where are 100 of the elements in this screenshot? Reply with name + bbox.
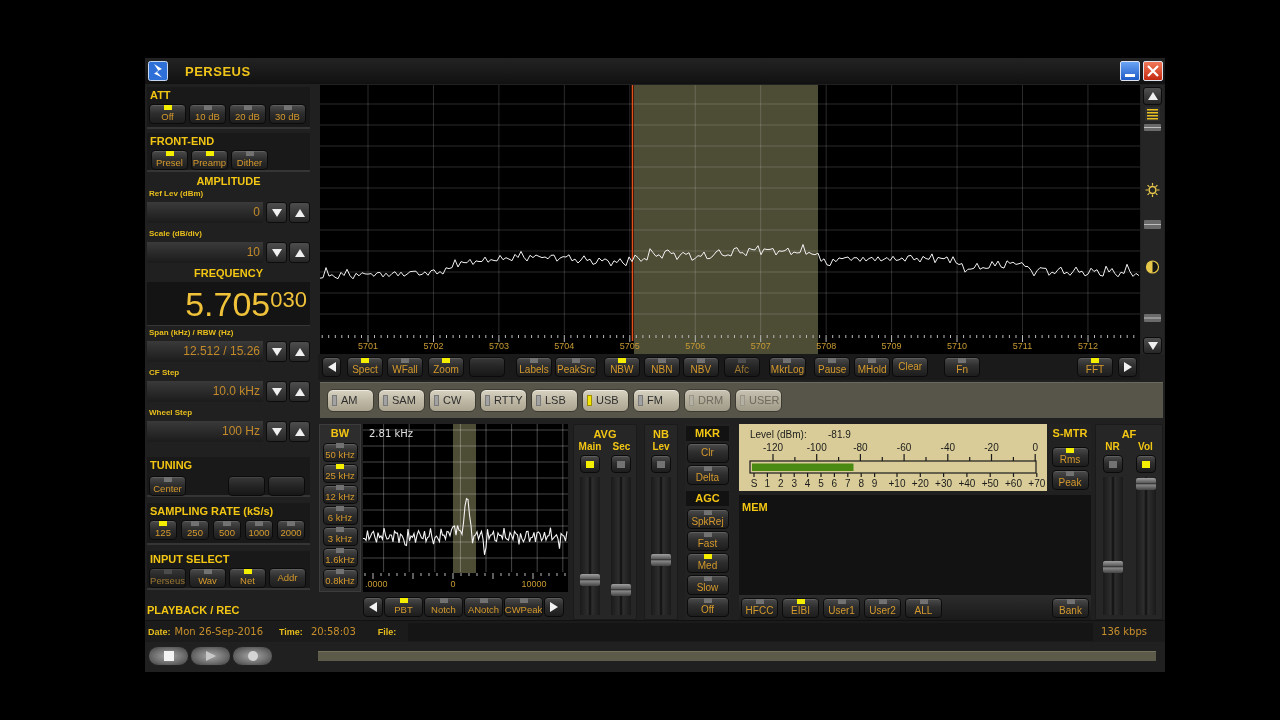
push-button[interactable]: Addr xyxy=(269,568,306,588)
toggle-button[interactable]: HFCC xyxy=(741,597,778,618)
toggle-button[interactable]: 0.8kHz xyxy=(322,569,358,588)
slider-thumb[interactable] xyxy=(611,584,632,597)
slider-track[interactable] xyxy=(651,477,671,615)
value-field[interactable]: 12.512 / 15.26 xyxy=(147,341,263,362)
mode-button[interactable]: RTTY xyxy=(480,389,527,412)
toggle-button[interactable]: Preamp xyxy=(191,150,228,170)
toggle-button[interactable] xyxy=(611,455,632,473)
scroll-down-button[interactable] xyxy=(1143,337,1162,354)
slider-track[interactable] xyxy=(1102,477,1123,615)
toggle-button[interactable]: ALL xyxy=(905,597,942,618)
toggle-button[interactable]: 25 kHz xyxy=(322,464,358,483)
toggle-button[interactable] xyxy=(651,455,671,473)
toggle-button[interactable]: 125 xyxy=(149,520,177,540)
mode-button[interactable]: FM xyxy=(633,389,680,412)
toggle-button[interactable]: Rms xyxy=(1051,447,1089,467)
toggle-button[interactable]: 20 dB xyxy=(229,104,266,124)
stacked-lines-icon[interactable] xyxy=(1145,107,1160,121)
toggle-button[interactable]: WFall xyxy=(387,357,423,377)
toggle-button[interactable]: 250 xyxy=(181,520,209,540)
toggle-button[interactable]: Off xyxy=(686,597,729,617)
step-down-button[interactable] xyxy=(266,202,287,223)
stop-button[interactable] xyxy=(148,646,189,666)
close-button[interactable] xyxy=(1143,61,1163,81)
toggle-button[interactable]: Slow xyxy=(686,575,729,595)
toggle-button[interactable]: PBT xyxy=(384,597,423,617)
step-up-button[interactable] xyxy=(289,202,310,223)
toggle-button[interactable] xyxy=(580,455,600,473)
toggle-button[interactable]: 12 kHz xyxy=(322,485,358,504)
toggle-button[interactable]: Zoom xyxy=(428,357,464,377)
step-down-button[interactable] xyxy=(266,341,287,362)
slider-track[interactable] xyxy=(1135,477,1156,615)
toggle-button[interactable]: ANotch xyxy=(464,597,503,617)
toggle-button[interactable]: Spect xyxy=(347,357,383,377)
slider-thumb-icon[interactable] xyxy=(1144,124,1161,131)
scroll-right-button[interactable] xyxy=(1118,357,1137,377)
toggle-button[interactable]: NBN xyxy=(643,357,680,377)
toggle-button[interactable]: Fast xyxy=(686,531,729,551)
toggle-button[interactable]: Pause xyxy=(814,357,851,377)
mode-button[interactable]: CW xyxy=(429,389,476,412)
toggle-button[interactable]: 6 kHz xyxy=(322,506,358,525)
toggle-button[interactable]: 1.6kHz xyxy=(322,548,358,567)
toggle-button[interactable]: Presel xyxy=(151,150,188,170)
push-button[interactable]: Clr xyxy=(686,443,729,463)
toggle-button[interactable] xyxy=(1102,455,1123,473)
step-down-button[interactable] xyxy=(266,381,287,402)
toggle-button[interactable]: 30 dB xyxy=(269,104,306,124)
mode-button[interactable]: USB xyxy=(582,389,629,412)
slider-thumb[interactable] xyxy=(1102,561,1123,574)
toggle-button[interactable]: Med xyxy=(686,553,729,573)
slider-thumb-icon[interactable] xyxy=(1144,220,1161,229)
toggle-button[interactable]: Dither xyxy=(231,150,268,170)
toggle-button[interactable]: MkrLog xyxy=(768,357,807,377)
step-down-button[interactable] xyxy=(266,242,287,263)
slider-thumb-icon[interactable] xyxy=(1144,314,1161,322)
mode-button[interactable]: LSB xyxy=(531,389,578,412)
value-field[interactable]: 10 xyxy=(147,242,263,263)
toggle-button[interactable]: CWPeak xyxy=(504,597,543,617)
toggle-button[interactable]: Net xyxy=(229,568,266,588)
toggle-button[interactable]: 10 dB xyxy=(189,104,226,124)
toggle-button[interactable]: Fn xyxy=(944,357,981,377)
toggle-button[interactable]: 3 kHz xyxy=(322,527,358,546)
sun-icon[interactable] xyxy=(1144,182,1161,198)
slider-track[interactable] xyxy=(580,477,600,615)
toggle-button[interactable]: 1000 xyxy=(245,520,273,540)
app-logo-icon[interactable] xyxy=(148,61,168,81)
toggle-button[interactable]: Notch xyxy=(424,597,463,617)
slider-thumb[interactable] xyxy=(1135,478,1156,491)
toggle-button[interactable]: PeakSrc xyxy=(555,357,597,377)
playback-position-track[interactable] xyxy=(318,651,1156,661)
value-field[interactable]: 0 xyxy=(147,202,263,223)
step-up-button[interactable] xyxy=(289,341,310,362)
step-up-button[interactable] xyxy=(289,242,310,263)
scroll-left-button[interactable] xyxy=(322,357,341,377)
minimize-button[interactable] xyxy=(1120,61,1140,81)
toggle-button[interactable]: 2000 xyxy=(277,520,305,540)
scroll-right-button[interactable] xyxy=(544,597,564,617)
value-field[interactable]: 10.0 kHz xyxy=(147,381,263,402)
toggle-button[interactable]: Center xyxy=(149,476,186,496)
toggle-button[interactable]: NBW xyxy=(603,357,640,377)
tuning-marker-line[interactable] xyxy=(631,85,634,342)
toggle-button[interactable]: 500 xyxy=(213,520,241,540)
slider-thumb[interactable] xyxy=(651,553,671,566)
toggle-button[interactable] xyxy=(1135,455,1156,473)
scroll-left-button[interactable] xyxy=(363,597,383,617)
toggle-button[interactable]: Wav xyxy=(189,568,226,588)
toggle-button[interactable]: MHold xyxy=(854,357,891,377)
toggle-button[interactable]: 50 kHz xyxy=(322,443,358,462)
toggle-button[interactable]: Delta xyxy=(686,465,729,485)
record-button[interactable] xyxy=(232,646,273,666)
step-up-button[interactable] xyxy=(289,421,310,442)
toggle-button[interactable]: User2 xyxy=(864,597,901,618)
scroll-up-button[interactable] xyxy=(1143,87,1162,105)
toggle-button[interactable]: FFT xyxy=(1077,357,1113,377)
step-down-button[interactable] xyxy=(266,421,287,442)
toggle-button[interactable]: NBV xyxy=(682,357,719,377)
toggle-button[interactable]: EIBI xyxy=(782,597,819,618)
mode-button[interactable]: SAM xyxy=(378,389,425,412)
toggle-button[interactable]: Labels xyxy=(516,357,552,377)
